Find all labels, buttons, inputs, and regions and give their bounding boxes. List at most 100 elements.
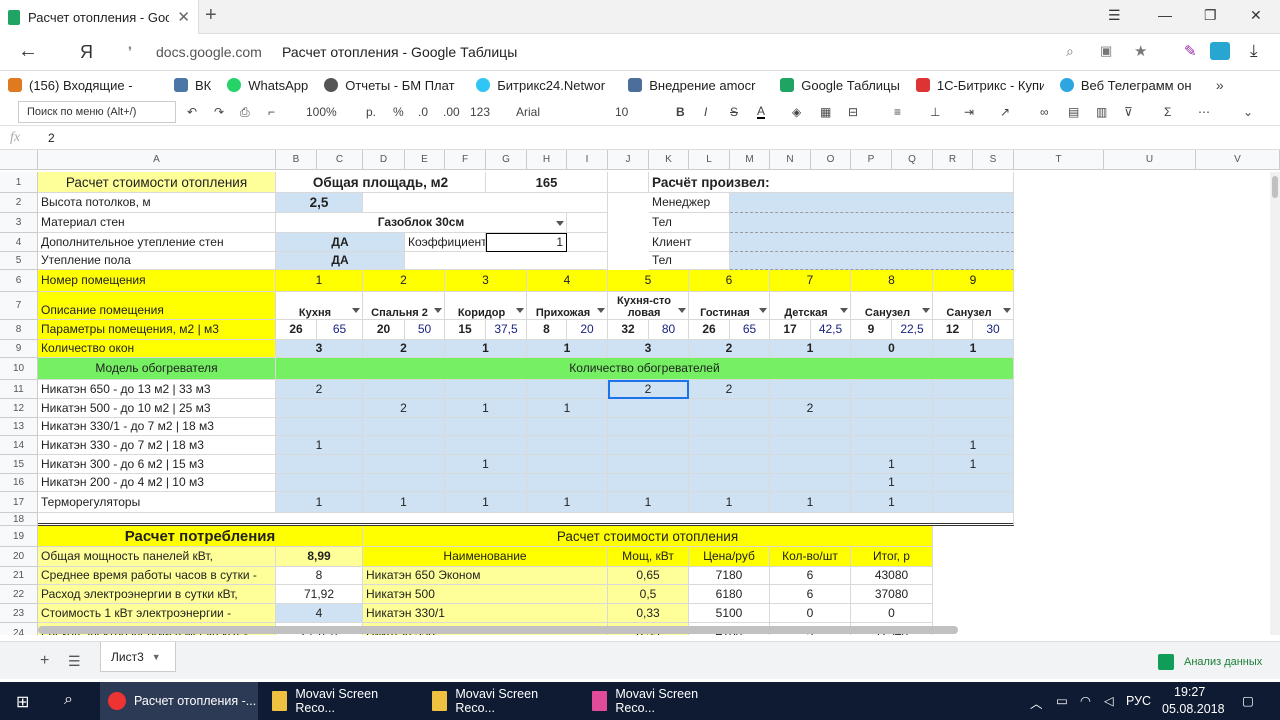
more-icon[interactable]: ⋯ xyxy=(1198,105,1210,119)
cell-G4[interactable]: 1 xyxy=(486,233,567,252)
row-header[interactable]: 3 xyxy=(0,213,38,233)
heater-count[interactable] xyxy=(445,418,527,436)
bold-icon[interactable]: B xyxy=(676,105,685,119)
room-area-3[interactable]: 15 xyxy=(445,320,486,340)
pen-icon[interactable]: ✎ xyxy=(1184,42,1197,60)
star-icon[interactable]: ★ xyxy=(1134,42,1147,60)
heater-count[interactable] xyxy=(770,436,851,455)
room-windows-7[interactable]: 1 xyxy=(770,340,851,358)
room-number-1[interactable]: 1 xyxy=(276,270,363,292)
cell-L5[interactable] xyxy=(730,252,1014,270)
room-windows-6[interactable]: 2 xyxy=(689,340,770,358)
url-domain[interactable]: docs.google.com xyxy=(156,44,262,60)
cell-A3[interactable]: Материал стен xyxy=(38,213,276,233)
room-area-8[interactable]: 9 xyxy=(851,320,892,340)
cell-D19[interactable]: Расчет стоимости отопления xyxy=(363,526,933,547)
room-number-5[interactable]: 5 xyxy=(608,270,689,292)
taskbar-item-movavi-1[interactable]: Movavi Screen Reco... xyxy=(264,682,416,720)
cell-A15[interactable]: Никатэн 300 - до 6 м2 | 15 м3 xyxy=(38,455,276,474)
redo-icon[interactable]: ↷ xyxy=(214,105,224,119)
heater-count[interactable] xyxy=(276,399,363,418)
rotate-icon[interactable]: ↗ xyxy=(1000,105,1010,119)
chart-icon[interactable]: ▥ xyxy=(1096,105,1107,119)
dropdown-arrow-icon[interactable] xyxy=(1003,308,1011,313)
dropdown-arrow-icon[interactable] xyxy=(759,308,767,313)
cell[interactable] xyxy=(567,233,608,252)
volume-icon[interactable]: ◁ xyxy=(1104,693,1114,708)
dropdown-arrow-icon[interactable] xyxy=(516,308,524,313)
heater-count[interactable]: 1 xyxy=(276,492,363,513)
room-windows-4[interactable]: 1 xyxy=(527,340,608,358)
room-description-6[interactable]: Гостиная xyxy=(689,292,770,320)
heater-count[interactable] xyxy=(770,455,851,474)
close-icon[interactable]: ✕ xyxy=(177,8,190,26)
cloud-icon[interactable] xyxy=(1210,42,1230,60)
cell-A8[interactable]: Параметры помещения, м2 | м3 xyxy=(38,320,276,340)
dropdown-arrow-icon[interactable] xyxy=(434,308,442,313)
cell-A16[interactable]: Никатэн 200 - до 4 м2 | 10 м3 xyxy=(38,474,276,492)
row-18-spacer[interactable] xyxy=(38,513,1014,526)
room-area-4[interactable]: 8 xyxy=(527,320,567,340)
row-header[interactable]: 23 xyxy=(0,604,38,623)
font-size-select[interactable]: 10 xyxy=(615,105,628,119)
cell-P22[interactable]: 37080 xyxy=(851,585,933,604)
cell-J21[interactable]: 0,65 xyxy=(608,567,689,585)
room-number-4[interactable]: 4 xyxy=(527,270,608,292)
column-header[interactable]: V xyxy=(1196,150,1280,170)
row-header[interactable]: 19 xyxy=(0,526,38,547)
heater-count[interactable] xyxy=(527,474,608,492)
room-area-1[interactable]: 26 xyxy=(276,320,317,340)
room-area-9[interactable]: 12 xyxy=(933,320,973,340)
cell-L20[interactable]: Цена/руб xyxy=(689,547,770,567)
valign-icon[interactable]: ⊥ xyxy=(930,105,940,119)
heater-count[interactable] xyxy=(445,436,527,455)
cell-N22[interactable]: 6 xyxy=(770,585,851,604)
row-header[interactable]: 18 xyxy=(0,513,38,526)
heater-count[interactable]: 1 xyxy=(933,436,1014,455)
cell-A2[interactable]: Высота потолков, м xyxy=(38,193,276,213)
column-header[interactable]: S xyxy=(973,150,1014,170)
italic-icon[interactable]: I xyxy=(704,105,707,119)
scrollbar-thumb[interactable] xyxy=(1272,176,1278,198)
room-area-7[interactable]: 17 xyxy=(770,320,811,340)
heater-count[interactable] xyxy=(445,380,527,399)
row-header[interactable]: 17 xyxy=(0,492,38,513)
cell-J1[interactable]: Расчёт произвел: xyxy=(649,172,1014,193)
heater-count[interactable]: 1 xyxy=(363,492,445,513)
cell-L3[interactable] xyxy=(730,213,1014,233)
cell-A5[interactable]: Утепление пола xyxy=(38,252,276,270)
heater-count[interactable]: 2 xyxy=(689,380,770,399)
all-sheets-icon[interactable]: ☰ xyxy=(68,653,81,670)
bookmark-vk[interactable]: ВК xyxy=(174,78,211,93)
row-header[interactable]: 16 xyxy=(0,474,38,492)
text-color-icon[interactable]: A xyxy=(757,105,766,119)
cell-P23[interactable]: 0 xyxy=(851,604,933,623)
yandex-icon[interactable]: Я xyxy=(80,42,93,63)
cell-G1[interactable]: 165 xyxy=(486,172,608,193)
room-volume-2[interactable]: 50 xyxy=(405,320,445,340)
heater-count[interactable] xyxy=(689,418,770,436)
row-header[interactable]: 2 xyxy=(0,193,38,213)
select-all-corner[interactable] xyxy=(0,150,38,170)
heater-count[interactable]: 1 xyxy=(851,492,933,513)
row-header[interactable]: 22 xyxy=(0,585,38,604)
comment-icon[interactable]: ▤ xyxy=(1068,105,1079,119)
heater-count[interactable] xyxy=(770,474,851,492)
cell-A22[interactable]: Расход электроэнергии в сутки кВт, xyxy=(38,585,276,604)
heater-count[interactable]: 1 xyxy=(933,455,1014,474)
bookmark-telegram[interactable]: Веб Телеграмм он xyxy=(1059,78,1200,93)
cell-B22[interactable]: 71,92 xyxy=(276,585,363,604)
heater-count[interactable] xyxy=(933,492,1014,513)
room-windows-3[interactable]: 1 xyxy=(445,340,527,358)
row-header[interactable]: 8 xyxy=(0,320,38,340)
column-header[interactable]: P xyxy=(851,150,892,170)
cell-A4[interactable]: Дополнительное утепление стен xyxy=(38,233,276,252)
column-header[interactable]: U xyxy=(1104,150,1196,170)
restore-icon[interactable]: ❐ xyxy=(1204,7,1217,24)
clock-date[interactable]: 05.08.2018 xyxy=(1162,702,1225,716)
room-description-5[interactable]: Кухня-сто ловая xyxy=(608,292,689,320)
column-header[interactable]: B xyxy=(276,150,317,170)
room-area-6[interactable]: 26 xyxy=(689,320,730,340)
heater-count[interactable] xyxy=(933,474,1014,492)
room-volume-4[interactable]: 20 xyxy=(567,320,608,340)
